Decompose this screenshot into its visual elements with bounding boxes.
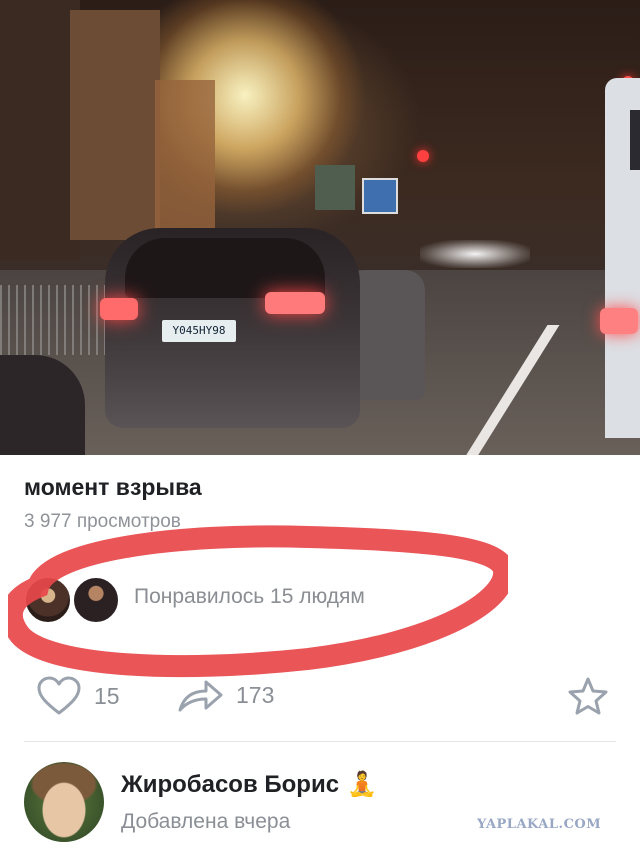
liked-by-text[interactable]: Понравилось 15 людям: [134, 585, 365, 609]
author-name[interactable]: Жиробасов Борис 🧘: [121, 770, 377, 799]
license-plate: Y045HY98: [162, 320, 236, 342]
view-count: 3 977 просмотров: [24, 511, 181, 532]
avatar[interactable]: [72, 576, 120, 624]
taillight-right: [265, 292, 325, 314]
share-button[interactable]: 173: [176, 676, 274, 714]
share-count: 173: [236, 681, 275, 708]
building-lit: [155, 80, 215, 240]
post-title: момент взрыва: [24, 474, 202, 500]
video-player[interactable]: Y045HY98: [0, 0, 640, 455]
heart-icon: [37, 676, 81, 715]
divider: [24, 741, 616, 742]
author-avatar[interactable]: [24, 762, 104, 842]
traffic-light: [417, 150, 429, 162]
road-sign-board: [315, 165, 355, 210]
crosswalk-sign: [362, 178, 398, 214]
bus-window: [630, 110, 640, 170]
building-left: [0, 0, 80, 260]
taillight-left: [100, 298, 138, 320]
building: [70, 10, 160, 240]
watermark: YAPLAKAL.COM: [477, 817, 602, 832]
car-rear-window: [125, 238, 325, 298]
fence: [0, 285, 110, 355]
like-button[interactable]: 15: [36, 676, 120, 716]
share-icon: [178, 680, 223, 712]
favorite-button[interactable]: [568, 677, 608, 720]
meditation-emoji-icon: 🧘: [347, 771, 377, 798]
post-date: Добавлена вчера: [121, 810, 291, 833]
oncoming-headlights: [420, 240, 530, 268]
bus-taillight: [600, 308, 638, 334]
like-count: 15: [94, 682, 120, 709]
author-name-text: Жиробасов Борис: [121, 771, 340, 798]
star-icon: [568, 677, 608, 715]
avatar[interactable]: [24, 576, 72, 624]
post-actions: 15 173: [0, 670, 640, 726]
